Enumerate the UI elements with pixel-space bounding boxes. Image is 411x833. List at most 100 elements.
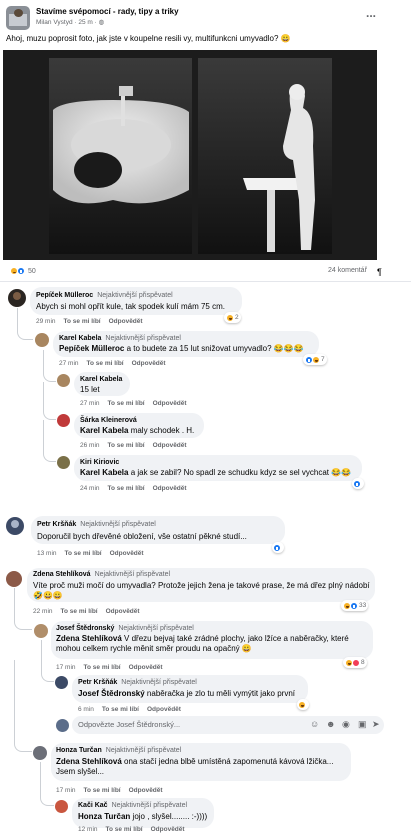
washbasin-photo — [49, 58, 332, 254]
mention[interactable]: Karel Kabela — [80, 468, 128, 477]
post-meta: Milan Vystyd · 25 m · ◍ — [36, 19, 105, 26]
comment-reactions[interactable]: 33 — [341, 600, 369, 611]
reply-button[interactable]: Odpovědět — [153, 400, 187, 407]
comment-reactions[interactable] — [272, 542, 284, 553]
comment-time[interactable]: 26 min — [80, 442, 100, 449]
thread-line — [43, 420, 56, 462]
comment-author[interactable]: Pepíček Mülleroc Nejaktivnější přispěvate… — [36, 292, 173, 299]
more-options-icon[interactable]: ... — [366, 6, 376, 20]
top-contributor-badge: Nejaktivnější přispěvatel — [111, 802, 188, 809]
comment-author[interactable]: Honza Turčan Nejaktivnější přispěvatel — [56, 747, 181, 754]
comment-text: Doporučil bych dřevěné obložení, vše ost… — [37, 532, 247, 541]
comment-author[interactable]: Šárka Kleinerová — [80, 417, 137, 424]
emoji-icon[interactable]: ☻ — [326, 719, 335, 729]
sticker-icon[interactable]: ▣ — [358, 719, 367, 730]
comment-text: Zdena Stehlíková V dřezu bejvaj také zrá… — [56, 634, 349, 653]
comment-actions: 27 min To se mi líbí Odpovědět — [80, 400, 187, 407]
like-button[interactable]: To se mi líbí — [108, 485, 145, 492]
gif-icon[interactable]: ☺ — [310, 719, 319, 729]
reply-button[interactable]: Odpovědět — [129, 787, 163, 794]
mention[interactable]: Zdena Stehlíková — [56, 757, 122, 766]
comment-reactions[interactable] — [297, 699, 309, 710]
comment-actions: 17 min To se mi líbí Odpovědět — [56, 664, 163, 671]
mention[interactable]: Honza Turčan — [78, 812, 130, 821]
like-button[interactable]: To se mi líbí — [61, 608, 98, 615]
post-author[interactable]: Milan Vystyd — [36, 19, 73, 26]
comment-author[interactable]: Kači Kač Nejaktivnější přispěvatel — [78, 802, 187, 809]
reply-button[interactable]: Odpovědět — [147, 706, 181, 713]
avatar[interactable] — [6, 517, 24, 535]
avatar[interactable] — [55, 800, 68, 813]
my-avatar — [56, 719, 69, 732]
send-icon[interactable]: ➤ — [372, 719, 380, 730]
reply-button[interactable]: Odpovědět — [106, 608, 140, 615]
mention[interactable]: Zdena Stehlíková — [56, 634, 122, 643]
avatar[interactable] — [57, 374, 70, 387]
reply-button[interactable]: Odpovědět — [110, 550, 144, 557]
comment-actions: 24 min To se mi líbí Odpovědět — [80, 485, 187, 492]
avatar[interactable] — [8, 289, 26, 307]
avatar[interactable] — [57, 414, 70, 427]
comment-text: Josef Štědronský naběračka je zlo tu měl… — [78, 689, 295, 698]
post-time[interactable]: 25 m — [78, 19, 92, 26]
comment-author[interactable]: Kiri Kiriovic — [80, 459, 119, 466]
reply-input[interactable]: Odpovězte Josef Štědronský... ☺ ☻ ◉ ▣ ➤ — [72, 716, 384, 734]
group-avatar[interactable] — [6, 6, 30, 30]
mention[interactable]: Josef Štědronský — [78, 689, 145, 698]
group-name[interactable]: Stavíme svépomocí - rady, tipy a triky — [36, 7, 179, 16]
mention[interactable]: Karel Kabela — [80, 426, 128, 435]
comment-time[interactable]: 17 min — [56, 787, 76, 794]
reply-button[interactable]: Odpovědět — [153, 485, 187, 492]
avatar[interactable] — [57, 456, 70, 469]
comment-author[interactable]: Petr Kršňák Nejaktivnější přispěvatel — [78, 679, 197, 686]
post-image[interactable] — [3, 50, 377, 260]
avatar[interactable] — [55, 676, 68, 689]
comment-time[interactable]: 6 min — [78, 706, 94, 713]
like-button[interactable]: To se mi líbí — [87, 360, 124, 367]
comment-time[interactable]: 13 min — [37, 550, 57, 557]
reply-button[interactable]: Odpovědět — [129, 664, 163, 671]
comment-time[interactable]: 27 min — [59, 360, 79, 367]
comment-time[interactable]: 24 min — [80, 485, 100, 492]
reply-button[interactable]: Odpovědět — [132, 360, 166, 367]
avatar[interactable] — [6, 571, 22, 587]
like-button[interactable]: To se mi líbí — [108, 442, 145, 449]
comment-time[interactable]: 22 min — [33, 608, 53, 615]
like-button[interactable]: To se mi líbí — [84, 787, 121, 794]
comment-reactions[interactable]: 8 — [343, 657, 367, 668]
comment-author[interactable]: Zdena Stehlíková Nejaktivnější přispěvate… — [33, 571, 170, 578]
post-reactions[interactable]: 50 — [10, 267, 36, 275]
like-button[interactable]: To se mi líbí — [64, 318, 101, 325]
camera-icon[interactable]: ◉ — [342, 719, 350, 730]
comment-actions: 27 min To se mi líbí Odpovědět — [59, 360, 166, 367]
top-contributor-badge: Nejaktivnější přispěvatel — [80, 521, 156, 528]
comment-author[interactable]: Petr Kršňák Nejaktivnější přispěvatel — [37, 521, 156, 528]
like-button[interactable]: To se mi líbí — [102, 706, 139, 713]
comment-time[interactable]: 29 min — [36, 318, 56, 325]
comment-actions: 17 min To se mi líbí Odpovědět — [56, 787, 163, 794]
comment-reactions[interactable]: 2 — [224, 312, 241, 323]
comment-reactions[interactable]: 7 — [303, 354, 327, 365]
thread-line — [14, 660, 32, 752]
comment-time[interactable]: 17 min — [56, 664, 76, 671]
comment-author[interactable]: Karel Kabela — [80, 376, 122, 383]
globe-icon: ◍ — [98, 19, 105, 26]
comment-author[interactable]: Josef Štědronský Nejaktivnější přispěvate… — [56, 625, 194, 632]
like-icon — [17, 267, 25, 275]
comment-author[interactable]: Karel Kabela Nejaktivnější přispěvatel — [59, 335, 181, 342]
like-button[interactable]: To se mi líbí — [108, 400, 145, 407]
avatar[interactable] — [34, 624, 48, 638]
like-button[interactable]: To se mi líbí — [65, 550, 102, 557]
comment-reactions[interactable] — [352, 478, 364, 489]
reply-button[interactable]: Odpovědět — [153, 442, 187, 449]
reply-button[interactable]: Odpovědět — [109, 318, 143, 325]
mention[interactable]: Pepíček Mülleroc — [59, 344, 124, 353]
like-button[interactable]: To se mi líbí — [84, 664, 121, 671]
comment-actions: 22 min To se mi líbí Odpovědět — [33, 608, 140, 615]
comments-count[interactable]: 24 komentář — [328, 267, 367, 274]
avatar[interactable] — [35, 333, 49, 347]
comment-text: Pepíček Mülleroc a to budete za 15 lut s… — [59, 344, 304, 353]
avatar[interactable] — [33, 746, 47, 760]
comment-time[interactable]: 27 min — [80, 400, 100, 407]
reactions-count: 50 — [28, 267, 36, 275]
